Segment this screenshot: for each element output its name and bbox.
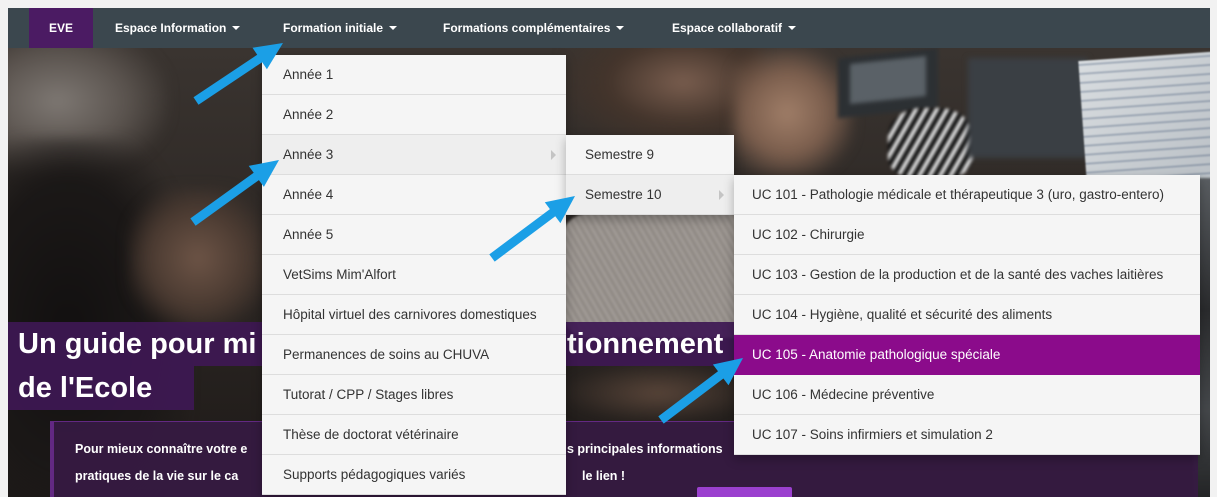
menu-item-label: UC 101 - Pathologie médicale et thérapeu… <box>752 187 1164 202</box>
hero-title-fragment: de l'Ecole <box>18 372 153 404</box>
nav-item-label: Espace collaboratif <box>672 21 783 35</box>
menu-item-uc-102[interactable]: UC 102 - Chirurgie <box>734 215 1200 255</box>
submenu-annee-3: Semestre 9 Semestre 10 <box>566 135 734 215</box>
menu-item-label: Année 3 <box>283 147 334 162</box>
menu-item-semestre-10[interactable]: Semestre 10 <box>566 175 734 215</box>
dropdown-formation-initiale: Année 1 Année 2 Année 3 Année 4 Année 5 … <box>262 55 566 495</box>
menu-item-label: UC 106 - Médecine préventive <box>752 387 935 402</box>
menu-item-label: Supports pédagogiques variés <box>283 467 466 482</box>
nav-item-espace-collaboratif[interactable]: Espace collaboratif <box>672 8 797 48</box>
photo-detail <box>128 188 268 328</box>
photo-detail <box>888 108 973 178</box>
nav-item-espace-information[interactable]: Espace Information <box>115 8 241 48</box>
hero-title-fragment: tionnement <box>567 328 724 360</box>
menu-item-these[interactable]: Thèse de doctorat vétérinaire <box>262 415 566 455</box>
menu-item-label: VetSims Mim'Alfort <box>283 267 396 282</box>
submenu-semestre-10: UC 101 - Pathologie médicale et thérapeu… <box>734 175 1200 455</box>
caret-down-icon <box>616 25 625 30</box>
menu-item-label: Permanences de soins au CHUVA <box>283 347 490 362</box>
nav-item-formation-initiale[interactable]: Formation initiale <box>283 8 398 48</box>
menu-item-semestre-9[interactable]: Semestre 9 <box>566 135 734 175</box>
menu-item-uc-106[interactable]: UC 106 - Médecine préventive <box>734 375 1200 415</box>
brand-home-link[interactable]: EVE <box>29 8 93 48</box>
nav-item-label: Espace Information <box>115 21 227 35</box>
menu-item-label: Semestre 10 <box>585 187 662 202</box>
menu-item-label: Année 5 <box>283 227 334 242</box>
caret-down-icon <box>788 25 797 30</box>
hero-intro-text-fragment: Pour mieux connaître votre e <box>75 442 248 456</box>
menu-item-permanences-chuva[interactable]: Permanences de soins au CHUVA <box>262 335 566 375</box>
menu-item-label: UC 107 - Soins infirmiers et simulation … <box>752 427 993 442</box>
menu-item-label: Semestre 9 <box>585 147 655 162</box>
menu-item-label: Année 4 <box>283 187 334 202</box>
menu-item-annee-3[interactable]: Année 3 <box>262 135 566 175</box>
menu-item-tutorat[interactable]: Tutorat / CPP / Stages libres <box>262 375 566 415</box>
menu-item-uc-105[interactable]: UC 105 - Anatomie pathologique spéciale <box>734 335 1200 375</box>
top-navbar: EVE Espace Information Formation initial… <box>8 8 1210 48</box>
hero-intro-text-fragment: s principales informations <box>567 442 723 456</box>
menu-item-annee-4[interactable]: Année 4 <box>262 175 566 215</box>
menu-item-label: Année 2 <box>283 107 334 122</box>
chevron-right-icon <box>719 190 724 200</box>
menu-item-annee-1[interactable]: Année 1 <box>262 55 566 95</box>
menu-item-label: Année 1 <box>283 67 334 82</box>
menu-item-uc-103[interactable]: UC 103 - Gestion de la production et de … <box>734 255 1200 295</box>
nav-item-formations-complementaires[interactable]: Formations complémentaires <box>443 8 625 48</box>
menu-item-supports-pedagogiques[interactable]: Supports pédagogiques variés <box>262 455 566 495</box>
menu-item-uc-104[interactable]: UC 104 - Hygiène, qualité et sécurité de… <box>734 295 1200 335</box>
menu-item-label: UC 103 - Gestion de la production et de … <box>752 267 1164 282</box>
photo-detail <box>563 363 753 423</box>
photo-detail <box>968 58 1088 158</box>
photo-detail <box>850 56 926 104</box>
hero-intro-text-fragment: pratiques de la vie sur le ca <box>75 469 239 483</box>
nav-item-label: Formations complémentaires <box>443 21 611 35</box>
menu-item-label: Thèse de doctorat vétérinaire <box>283 427 459 442</box>
menu-item-uc-101[interactable]: UC 101 - Pathologie médicale et thérapeu… <box>734 175 1200 215</box>
menu-item-annee-2[interactable]: Année 2 <box>262 95 566 135</box>
menu-item-label: Tutorat / CPP / Stages libres <box>283 387 454 402</box>
photo-detail <box>733 48 853 178</box>
caret-down-icon <box>389 25 398 30</box>
menu-item-annee-5[interactable]: Année 5 <box>262 215 566 255</box>
hero-cta-button[interactable] <box>697 487 792 497</box>
photo-detail <box>560 213 760 338</box>
hero-intro-text-fragment: le lien ! <box>582 469 626 483</box>
nav-item-label: Formation initiale <box>283 21 384 35</box>
menu-item-label: UC 105 - Anatomie pathologique spéciale <box>752 347 1001 362</box>
caret-down-icon <box>232 25 241 30</box>
menu-item-label: Hôpital virtuel des carnivores domestiqu… <box>283 307 537 322</box>
menu-item-hopital-virtuel[interactable]: Hôpital virtuel des carnivores domestiqu… <box>262 295 566 335</box>
menu-item-label: UC 102 - Chirurgie <box>752 227 865 242</box>
menu-item-vetsims[interactable]: VetSims Mim'Alfort <box>262 255 566 295</box>
menu-item-label: UC 104 - Hygiène, qualité et sécurité de… <box>752 307 1053 322</box>
hero-title-fragment: Un guide pour mi <box>18 328 257 360</box>
chevron-right-icon <box>551 150 556 160</box>
menu-item-uc-107[interactable]: UC 107 - Soins infirmiers et simulation … <box>734 415 1200 455</box>
